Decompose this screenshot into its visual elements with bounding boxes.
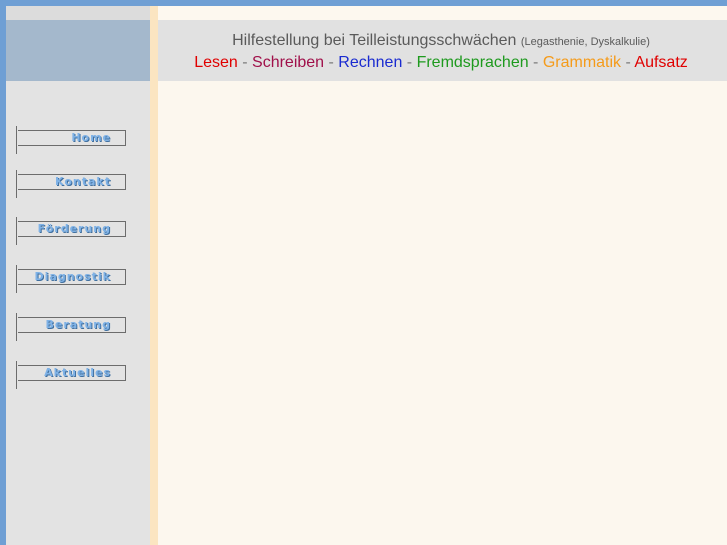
subject-separator: -	[402, 54, 417, 71]
nav-item-label: Diagnostik	[34, 270, 111, 283]
nav-item-label: Beratung	[45, 318, 111, 331]
nav-item-home[interactable]: Home	[7, 126, 127, 154]
subject-grammatik: Grammatik	[542, 54, 622, 71]
page-title-text: Hilfestellung bei Teilleistungsschwächen	[232, 32, 517, 49]
subject-rechnen: Rechnen	[338, 54, 403, 71]
nav-item-label: Aktuelles	[44, 366, 111, 379]
subject-aufsatz: Aufsatz	[634, 54, 688, 71]
subject-separator: -	[237, 54, 253, 71]
nav-item-tick	[16, 361, 17, 389]
nav-item-aktuelles[interactable]: Aktuelles	[7, 361, 127, 389]
nav-item-foerderung[interactable]: Förderung	[7, 217, 127, 245]
nav-item-tick	[16, 217, 17, 245]
nav-item-label: Home	[71, 131, 111, 144]
header-top-strip	[158, 6, 727, 20]
subject-separator: -	[324, 54, 339, 71]
page-header: Hilfestellung bei Teilleistungsschwächen…	[158, 20, 727, 81]
column-separator	[150, 6, 158, 545]
subject-separator: -	[621, 54, 635, 71]
nav-item-diagnostik[interactable]: Diagnostik	[7, 265, 127, 293]
nav-item-tick	[16, 170, 17, 198]
nav-item-tick	[16, 126, 17, 154]
nav-item-beratung[interactable]: Beratung	[7, 313, 127, 341]
nav-item-label: Kontakt	[55, 175, 111, 188]
page-subtitle: (Legasthenie, Dyskalkulie)	[520, 36, 650, 48]
main-content	[158, 81, 727, 545]
sidebar-top-strip	[6, 6, 150, 20]
subject-list: Lesen - Schreiben - Rechnen - Fremdsprac…	[158, 54, 724, 72]
subject-schreiben: Schreiben	[252, 54, 325, 71]
subject-separator: -	[528, 54, 543, 71]
page-title: Hilfestellung bei Teilleistungsschwächen…	[158, 32, 724, 50]
sidebar-header-block	[6, 20, 150, 81]
nav-item-tick	[16, 313, 17, 341]
subject-lesen: Lesen	[194, 54, 238, 71]
nav-item-label: Förderung	[37, 222, 111, 235]
subject-fremdsprachen: Fremdsprachen	[416, 54, 529, 71]
nav-item-kontakt[interactable]: Kontakt	[7, 170, 127, 198]
nav-item-tick	[16, 265, 17, 293]
